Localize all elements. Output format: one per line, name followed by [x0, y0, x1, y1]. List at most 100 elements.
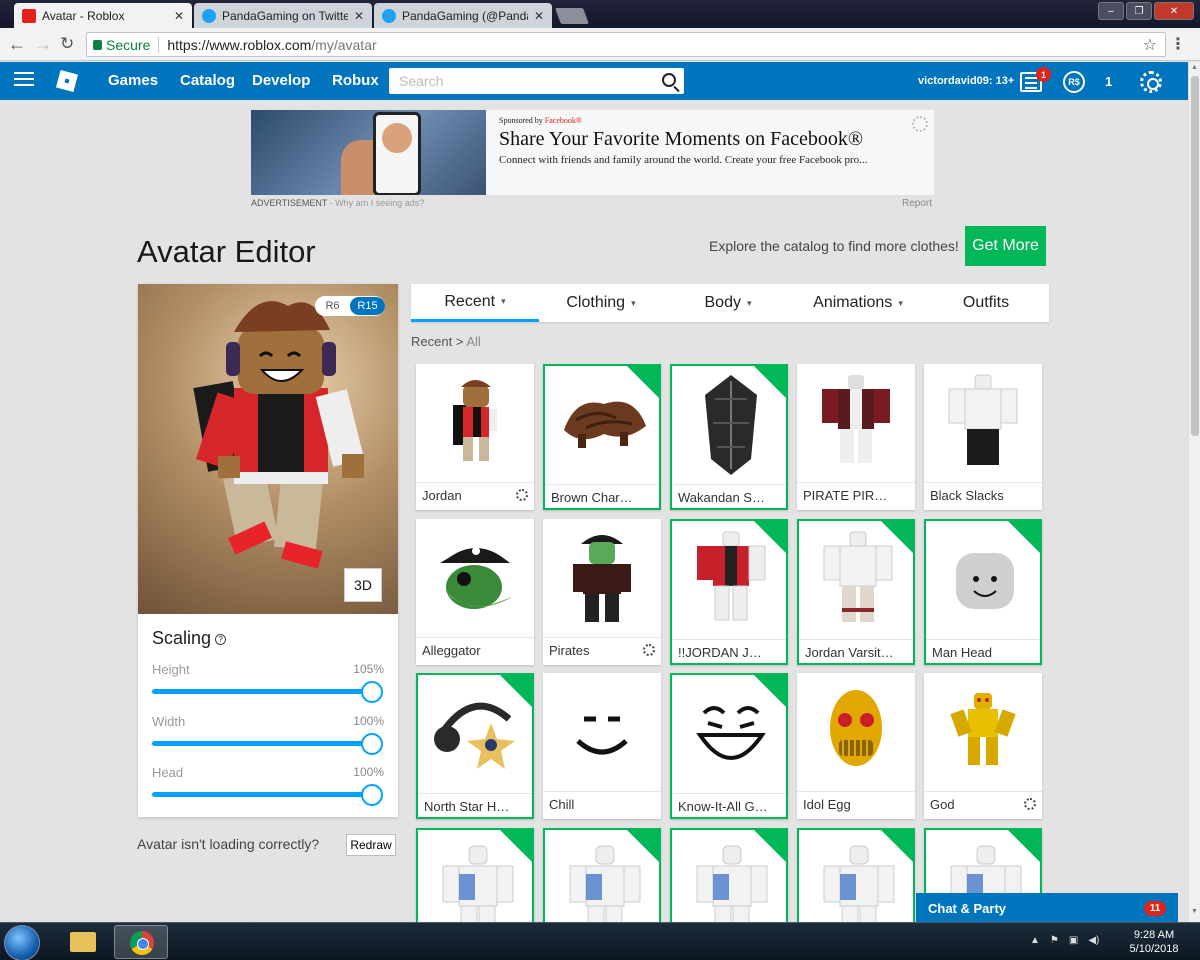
chat-party-bar[interactable]: Chat & Party 11	[916, 893, 1178, 923]
rig-type-toggle[interactable]: R6 R15	[315, 296, 385, 316]
item-name: Alleggator	[422, 643, 481, 658]
item-card[interactable]: !!JORDAN JORD...	[670, 519, 788, 665]
get-more-button[interactable]: Get More	[965, 226, 1046, 266]
tab-animations[interactable]: Animations ▾	[793, 284, 923, 322]
reload-icon[interactable]: ↻	[60, 34, 74, 54]
view-3d-button[interactable]: 3D	[344, 568, 382, 602]
height-slider-knob[interactable]	[361, 681, 383, 703]
item-card[interactable]: PIRATE PIRATE ...	[797, 364, 915, 510]
nav-catalog[interactable]: Catalog	[180, 72, 235, 89]
tab-recent[interactable]: Recent ▾	[411, 284, 539, 322]
head-slider-track[interactable]	[152, 792, 372, 797]
explore-catalog-text: Explore the catalog to find more clothes…	[709, 238, 959, 254]
pirate-figure-thumbnail	[543, 519, 661, 637]
browser-menu-icon[interactable]: ⋮	[1170, 34, 1186, 54]
settings-gear-icon[interactable]	[1140, 71, 1162, 93]
tab-outfits[interactable]: Outfits	[923, 284, 1049, 322]
item-card[interactable]: Alleggator	[416, 519, 534, 665]
item-divider	[416, 637, 534, 638]
help-icon[interactable]: ?	[215, 633, 227, 645]
item-card[interactable]: Black Slacks	[924, 364, 1042, 510]
item-settings-gear-icon[interactable]	[643, 644, 655, 656]
robux-balance[interactable]: 1	[1105, 74, 1112, 89]
roblox-logo-icon[interactable]	[55, 69, 79, 93]
tab-body[interactable]: Body ▾	[663, 284, 793, 322]
item-divider	[543, 637, 661, 638]
clock-time: 9:28 AM	[1133, 929, 1175, 941]
search-input[interactable]	[399, 73, 649, 89]
tab-close-icon[interactable]: ✕	[354, 9, 364, 23]
item-card[interactable]: Brown Charmer...	[543, 364, 661, 510]
nav-robux[interactable]: Robux	[332, 72, 379, 89]
scroll-down-arrow-icon[interactable]: ▼	[1191, 908, 1198, 915]
item-card[interactable]: Man Head	[924, 519, 1042, 665]
item-card[interactable]: Idol Egg	[797, 673, 915, 819]
ad-report-link[interactable]: Report	[902, 198, 932, 209]
tray-expand-icon[interactable]: ▲	[1030, 935, 1040, 946]
headphones-star-thumbnail	[418, 675, 532, 793]
tab-close-icon[interactable]: ✕	[534, 9, 544, 23]
item-card[interactable]: Jordan Varsity P...	[797, 519, 915, 665]
item-card[interactable]: Know-It-All Grin	[670, 673, 788, 819]
item-card[interactable]: Wakandan Shield	[670, 364, 788, 510]
explorer-taskbar-button[interactable]	[56, 925, 110, 959]
minimize-icon[interactable]: –	[1098, 2, 1124, 20]
search-icon[interactable]	[662, 73, 676, 87]
item-card[interactable]: North Star Hea...	[416, 673, 534, 819]
page-scrollbar[interactable]: ▲ ▼	[1188, 62, 1200, 922]
width-slider-knob[interactable]	[361, 733, 383, 755]
chrome-taskbar-button[interactable]	[114, 925, 168, 959]
forward-arrow-icon[interactable]: →	[34, 34, 52, 55]
tab-close-icon[interactable]: ✕	[174, 9, 184, 23]
breadcrumb-recent[interactable]: Recent	[411, 334, 452, 349]
rig-r15-option[interactable]: R15	[350, 297, 385, 315]
scrollbar-thumb[interactable]	[1191, 76, 1199, 436]
redraw-button[interactable]: Redraw	[346, 834, 396, 856]
item-card[interactable]: Jordan	[416, 364, 534, 510]
tab-twitter-1[interactable]: PandaGaming on Twitter ✕	[194, 3, 372, 28]
robux-icon[interactable]: R$	[1063, 71, 1085, 93]
ad-loading-icon	[912, 116, 928, 132]
ad-title: Share Your Favorite Moments on Facebook®	[499, 128, 864, 150]
avatar-preview[interactable]: R6 R15 3D	[138, 284, 398, 614]
tab-clothing[interactable]: Clothing ▾	[539, 284, 663, 322]
item-card[interactable]: God	[924, 673, 1042, 819]
roblox-header: Games Catalog Develop Robux victordavid0…	[0, 62, 1188, 100]
secure-indicator[interactable]: Secure	[93, 37, 150, 53]
rig-r6-option[interactable]: R6	[315, 300, 350, 312]
bookmark-star-icon[interactable]: ☆	[1143, 35, 1157, 55]
volume-icon[interactable]: ◀)	[1088, 935, 1099, 946]
taskbar-clock[interactable]: 9:28 AM 5/10/2018	[1124, 928, 1184, 956]
why-ads-link[interactable]: - Why am I seeing ads?	[327, 198, 425, 208]
roblox-favicon-icon	[22, 8, 36, 23]
item-card[interactable]: Pirates	[543, 519, 661, 665]
item-name: Jordan Varsity P...	[805, 645, 895, 660]
width-slider-track[interactable]	[152, 741, 372, 746]
face-grin-thumbnail	[672, 675, 786, 793]
hamburger-menu-icon[interactable]	[14, 72, 34, 86]
new-tab-button[interactable]	[555, 8, 589, 24]
flag-icon[interactable]: ⚑	[1050, 935, 1059, 946]
nav-games[interactable]: Games	[108, 72, 158, 89]
url-field[interactable]: Secure https://www.roblox.com/my/avatar …	[86, 32, 1166, 57]
tab-twitter-2[interactable]: PandaGaming (@PandaG ✕	[374, 3, 552, 28]
scroll-up-arrow-icon[interactable]: ▲	[1191, 64, 1198, 71]
advertisement-banner[interactable]: Sponsored by Facebook® Share Your Favori…	[251, 110, 934, 195]
window-close-icon[interactable]: ✕	[1154, 2, 1194, 20]
tab-title: PandaGaming on Twitter	[222, 8, 348, 23]
item-settings-gear-icon[interactable]	[1024, 798, 1036, 810]
nav-develop[interactable]: Develop	[252, 72, 310, 89]
restore-icon[interactable]: ❐	[1126, 2, 1152, 20]
head-slider-knob[interactable]	[361, 784, 383, 806]
network-icon[interactable]: ▣	[1069, 935, 1078, 946]
item-settings-gear-icon[interactable]	[516, 489, 528, 501]
username-label[interactable]: victordavid09: 13+	[918, 75, 1014, 87]
search-box	[389, 68, 684, 94]
back-arrow-icon[interactable]: ←	[8, 34, 26, 55]
item-card[interactable]: Chill	[543, 673, 661, 819]
gator-head-thumbnail	[416, 519, 534, 637]
height-slider-track[interactable]	[152, 689, 372, 694]
tab-roblox-avatar[interactable]: Avatar - Roblox ✕	[14, 3, 192, 28]
start-button-icon[interactable]	[4, 925, 40, 960]
shirt-dark-thumbnail	[797, 364, 915, 482]
